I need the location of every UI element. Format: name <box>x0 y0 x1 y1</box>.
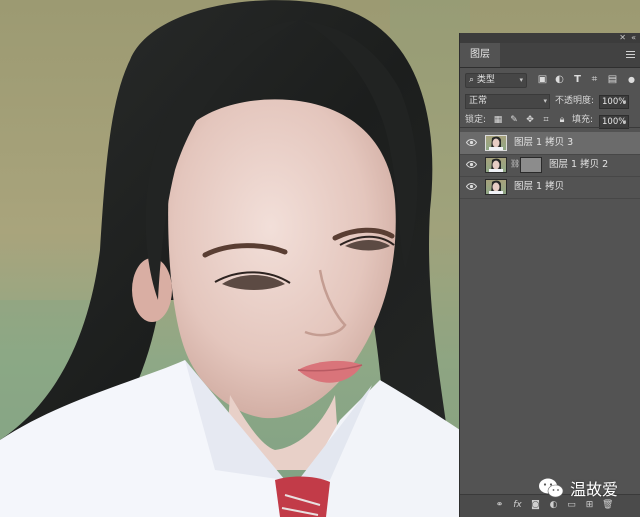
lock-position-icon[interactable]: ✥ <box>525 115 535 125</box>
wechat-logo-icon <box>539 478 564 498</box>
opacity-input[interactable]: 100% ▾ <box>599 95 629 109</box>
chevron-down-icon: ▾ <box>622 98 626 106</box>
new-group-icon[interactable]: ▭ <box>566 500 577 511</box>
layer-thumbnail <box>485 179 507 195</box>
layer-name[interactable]: 图层 1 拷贝 3 <box>514 132 573 154</box>
new-layer-icon[interactable]: ⊞ <box>584 500 595 511</box>
layers-panel: ✕ « 图层 ⌕ 类型 ▾ ▣ ◐ T ⌗ ▤ ● 正常 ▾ 不透明度: 100… <box>459 33 640 517</box>
adjustment-layer-icon[interactable]: ◐ <box>548 500 559 511</box>
layer-row-1[interactable]: 图层 1 拷贝 3 <box>460 132 640 155</box>
close-panel-icon[interactable]: ✕ <box>619 33 626 43</box>
blend-row: 正常 ▾ 不透明度: 100% ▾ <box>460 92 640 111</box>
delete-layer-icon[interactable]: 🗑︎ <box>602 500 613 511</box>
layer-mask-thumbnail[interactable] <box>520 157 542 173</box>
add-mask-icon[interactable]: ◙ <box>530 500 541 511</box>
fill-label: 填充: <box>572 115 594 125</box>
mask-link-icon[interactable]: ⛓ <box>510 159 520 168</box>
search-icon: ⌕ <box>469 75 475 85</box>
lock-label: 锁定: <box>465 115 487 125</box>
lock-all-icon[interactable]: 🔒︎ <box>557 115 567 125</box>
tab-layers-label: 图层 <box>470 49 490 60</box>
watermark: 温故爱 <box>538 476 618 500</box>
layer-name[interactable]: 图层 1 拷贝 2 <box>549 154 608 176</box>
type-filter-icon[interactable]: T <box>572 74 583 85</box>
collapse-panel-icon[interactable]: « <box>631 33 636 43</box>
layer-row-2[interactable]: ⛓ 图层 1 拷贝 2 <box>460 154 640 177</box>
smart-object-filter-icon[interactable]: ▤ <box>607 74 618 85</box>
lock-transparent-icon[interactable]: ▦ <box>493 115 503 125</box>
link-layers-icon[interactable]: ⚭ <box>494 500 505 511</box>
layer-row-3[interactable]: 图层 1 拷贝 <box>460 176 640 199</box>
pixel-filter-icon[interactable]: ▣ <box>537 74 548 85</box>
panel-title-strip <box>460 33 640 43</box>
layer-thumbnail <box>485 157 507 173</box>
lock-image-brush-icon[interactable]: ✎ <box>509 115 519 125</box>
eye-icon[interactable] <box>466 160 477 169</box>
watermark-text: 温故爱 <box>570 480 619 499</box>
chevron-down-icon: ▾ <box>519 76 523 84</box>
layer-thumbnail <box>485 135 507 151</box>
layer-filter-select[interactable]: ⌕ 类型 ▾ <box>465 73 527 88</box>
filter-toggle-icon[interactable]: ● <box>626 74 637 85</box>
panel-tab-bar: 图层 <box>460 43 640 68</box>
chevron-down-icon: ▾ <box>543 97 547 105</box>
panel-menu-icon[interactable] <box>626 49 635 59</box>
lock-artboard-icon[interactable]: ⌗ <box>541 115 551 125</box>
layer-filter-row: ⌕ 类型 ▾ ▣ ◐ T ⌗ ▤ ● <box>460 69 640 91</box>
fx-button[interactable]: fx <box>512 500 523 511</box>
filter-select-label: 类型 <box>476 75 495 85</box>
layer-name[interactable]: 图层 1 拷贝 <box>514 176 564 198</box>
divider <box>460 127 640 128</box>
eye-icon[interactable] <box>466 182 477 191</box>
blend-mode-select[interactable]: 正常 ▾ <box>465 94 550 109</box>
lock-row: 锁定: ▦ ✎ ✥ ⌗ 🔒︎ 填充: 100% ▾ <box>460 112 640 131</box>
blend-mode-value: 正常 <box>469 96 488 106</box>
adjustment-filter-icon[interactable]: ◐ <box>554 74 565 85</box>
eye-icon[interactable] <box>466 138 477 147</box>
tab-layers[interactable]: 图层 <box>460 43 500 67</box>
shape-filter-icon[interactable]: ⌗ <box>589 74 600 85</box>
opacity-label: 不透明度: <box>555 96 595 106</box>
